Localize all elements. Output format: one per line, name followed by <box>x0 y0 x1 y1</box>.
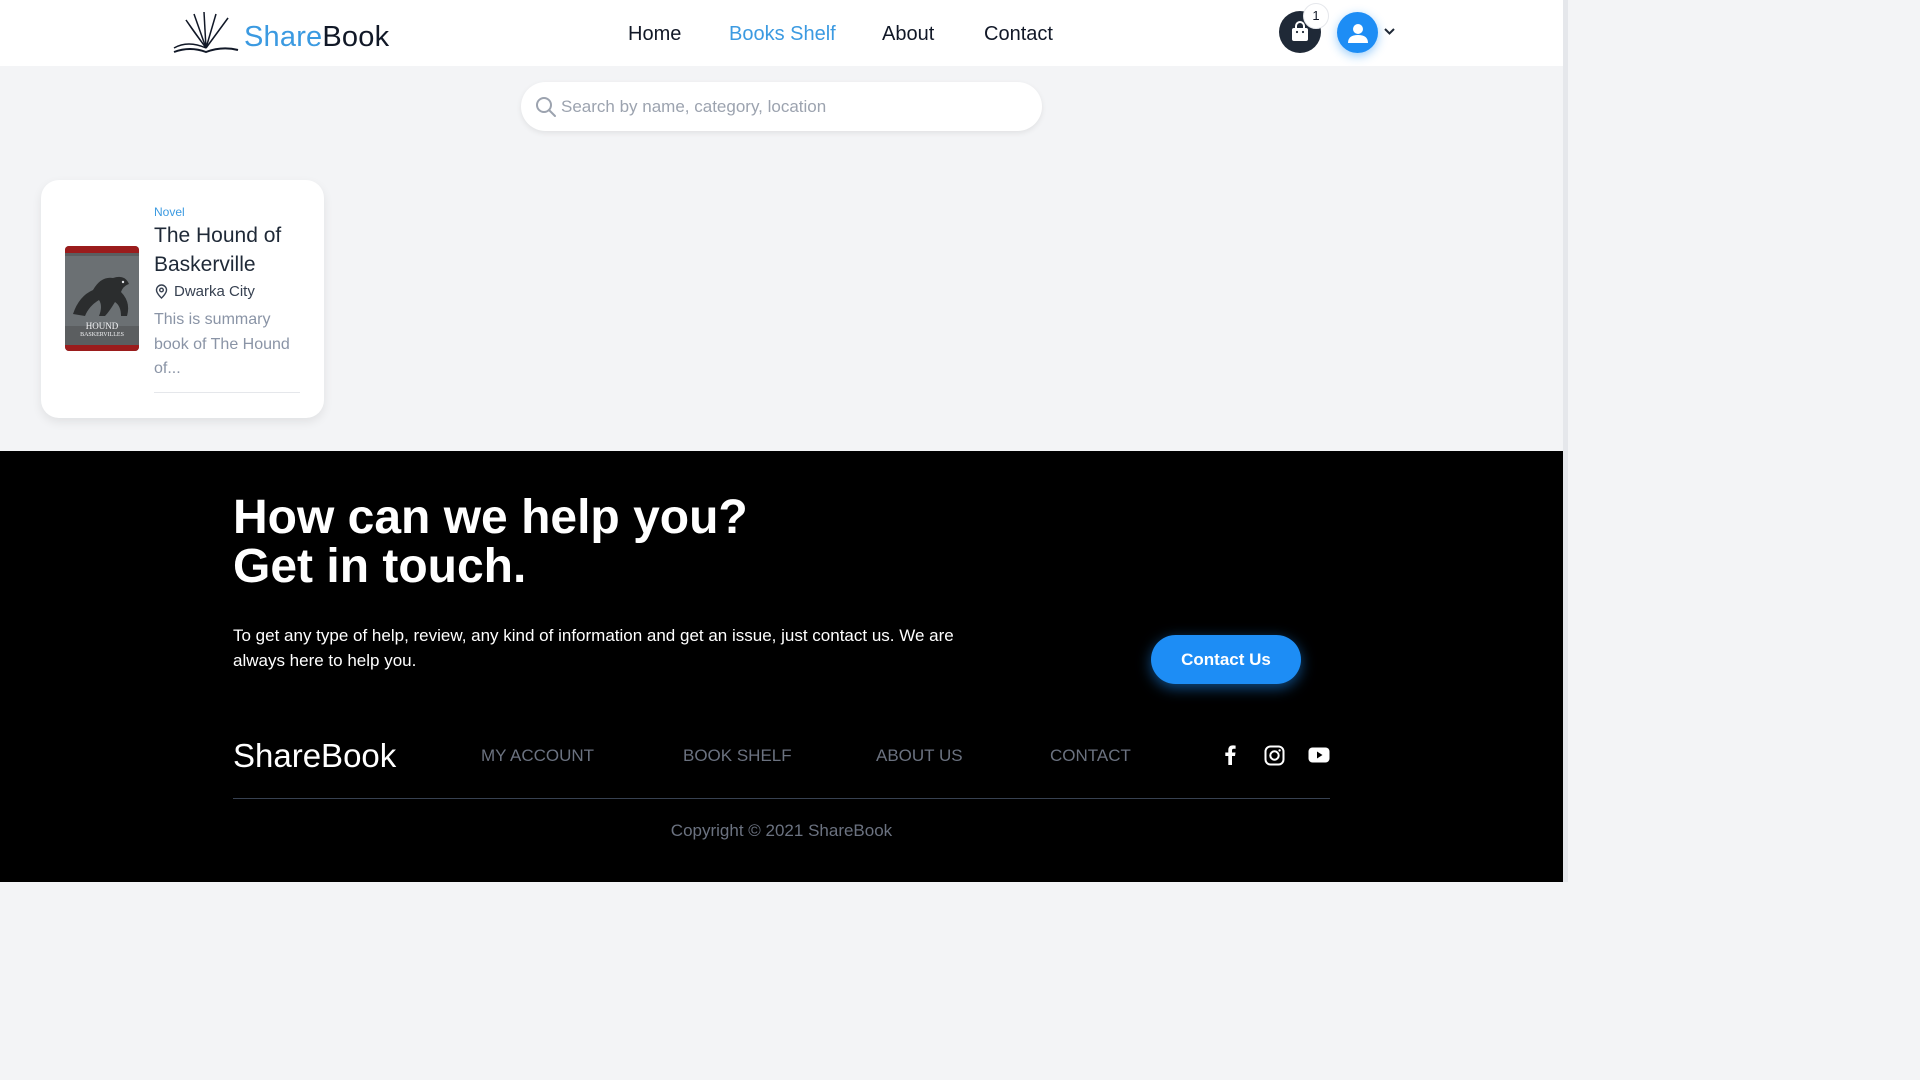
book-card[interactable]: ARTHUR CONAN DOYLE HOUND BASKERVILLES No… <box>41 180 324 418</box>
footer-divider <box>233 798 1330 799</box>
search-bar <box>521 82 1042 131</box>
chevron-down-icon[interactable] <box>1383 25 1396 38</box>
footer-link-about-us[interactable]: ABOUT US <box>876 745 963 767</box>
cover-bottom-band <box>65 345 139 351</box>
cover-top-band <box>65 246 139 253</box>
nav-books-shelf[interactable]: Books Shelf <box>729 20 836 48</box>
copyright-text: Copyright © 2021 ShareBook <box>670 821 893 840</box>
nav-home[interactable]: Home <box>628 20 681 48</box>
instagram-icon <box>1264 745 1284 765</box>
book-location: Dwarka City <box>154 283 255 300</box>
nav-contact[interactable]: Contact <box>984 20 1053 48</box>
contact-us-button[interactable]: Contact Us <box>1151 635 1301 684</box>
location-pin-icon <box>155 284 168 299</box>
user-icon <box>1347 23 1368 43</box>
youtube-link[interactable] <box>1307 743 1331 767</box>
footer-brand[interactable]: ShareBook <box>233 737 396 775</box>
footer-help-text: To get any type of help, review, any kin… <box>233 626 954 670</box>
book-title[interactable]: The Hound of Baskerville <box>154 221 314 279</box>
book-category: Novel <box>154 205 185 219</box>
facebook-icon <box>1225 745 1236 765</box>
footer-link-my-account[interactable]: MY ACCOUNT <box>481 745 594 767</box>
search-icon <box>536 97 556 117</box>
cart-count-badge: 1 <box>1303 3 1329 29</box>
site-header: ShareBook Home Books Shelf About Contact… <box>0 0 1568 66</box>
main-nav: Home Books Shelf About Contact <box>0 20 1568 48</box>
site-footer: How can we help you? Get in touch. To ge… <box>0 451 1568 882</box>
search-input[interactable] <box>561 82 1031 131</box>
instagram-link[interactable] <box>1262 743 1286 767</box>
youtube-icon <box>1308 747 1330 763</box>
footer-headline: How can we help you? Get in touch. <box>233 493 748 591</box>
footer-link-book-shelf[interactable]: BOOK SHELF <box>683 745 792 767</box>
book-summary: This is summary book of The Hound of... <box>154 311 290 377</box>
facebook-link[interactable] <box>1218 743 1242 767</box>
footer-headline-line2: Get in touch. <box>233 540 527 593</box>
page-scrollbar[interactable] <box>1563 0 1568 882</box>
user-avatar-button[interactable] <box>1337 12 1378 53</box>
footer-headline-line1: How can we help you? <box>233 491 748 544</box>
cover-subtitle: BASKERVILLES <box>80 332 124 338</box>
book-cover-image: ARTHUR CONAN DOYLE HOUND BASKERVILLES <box>65 246 139 351</box>
book-location-text: Dwarka City <box>174 283 255 300</box>
cover-title: HOUND <box>85 321 119 331</box>
hound-illustration <box>65 256 139 326</box>
footer-link-contact[interactable]: CONTACT <box>1050 745 1131 767</box>
nav-about[interactable]: About <box>882 20 934 48</box>
card-divider <box>154 392 300 393</box>
